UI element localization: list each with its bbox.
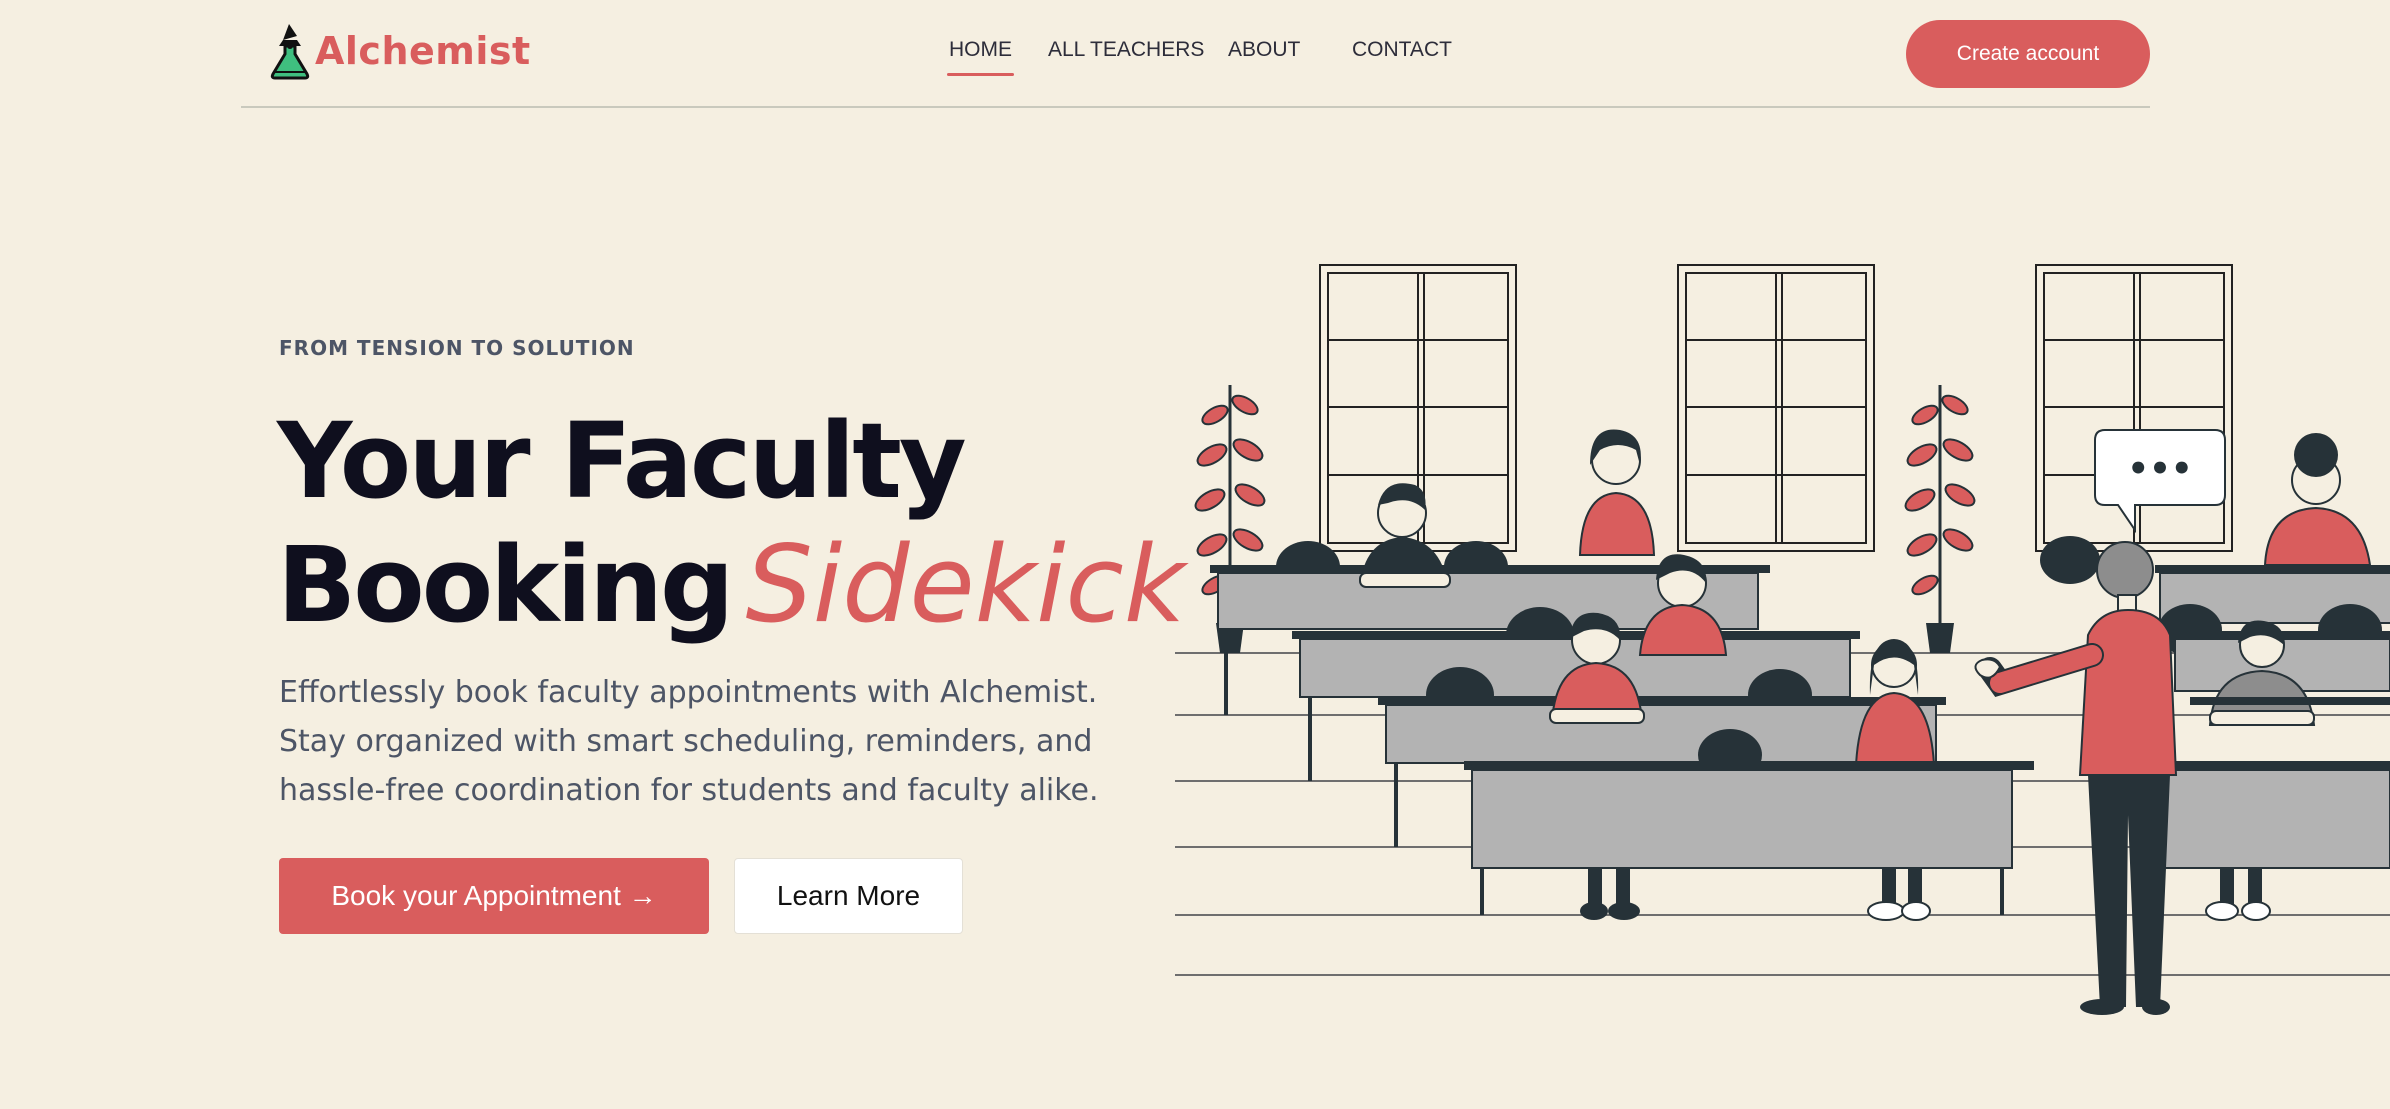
hero-title-line1: Your Faculty bbox=[277, 400, 967, 522]
nav-about[interactable]: ABOUT bbox=[1228, 38, 1300, 62]
hero-description: Effortlessly book faculty appointments w… bbox=[279, 668, 1159, 815]
book-appointment-button[interactable]: Book your Appointment → bbox=[279, 858, 709, 934]
top-navbar: Alchemist HOME ALL TEACHERS ABOUT CONTAC… bbox=[241, 0, 2150, 108]
hero-title-accent: Sidekick bbox=[745, 523, 1186, 646]
hero-description-line: Stay organized with smart scheduling, re… bbox=[279, 724, 1093, 759]
nav-all-teachers[interactable]: ALL TEACHERS bbox=[1048, 38, 1204, 62]
hero-title-line2: Booking bbox=[277, 524, 734, 646]
brand-name: Alchemist bbox=[315, 29, 531, 73]
create-account-button[interactable]: Create account bbox=[1906, 20, 2150, 88]
brand-logo[interactable]: Alchemist bbox=[267, 22, 531, 80]
flask-wizard-icon bbox=[270, 24, 310, 80]
nav-home[interactable]: HOME bbox=[947, 38, 1014, 76]
hero-title: Your Faculty Booking Sidekick bbox=[277, 400, 1185, 647]
speech-bubble-dots: ••• bbox=[2127, 449, 2192, 489]
hero-description-line: hassle-free coordination for students an… bbox=[279, 773, 1099, 808]
student-legs bbox=[1580, 868, 2271, 921]
hero-eyebrow: FROM TENSION TO SOLUTION bbox=[279, 336, 635, 360]
hero-description-line: Effortlessly book faculty appointments w… bbox=[279, 675, 1098, 710]
window bbox=[1677, 264, 1875, 552]
plant-right bbox=[1904, 385, 1976, 653]
learn-more-button[interactable]: Learn More bbox=[734, 858, 963, 934]
student-back-right bbox=[2263, 433, 2372, 566]
nav-contact[interactable]: CONTACT bbox=[1352, 38, 1452, 62]
classroom-illustration: ••• bbox=[1175, 264, 2390, 1015]
student-back-center bbox=[1578, 429, 1656, 556]
